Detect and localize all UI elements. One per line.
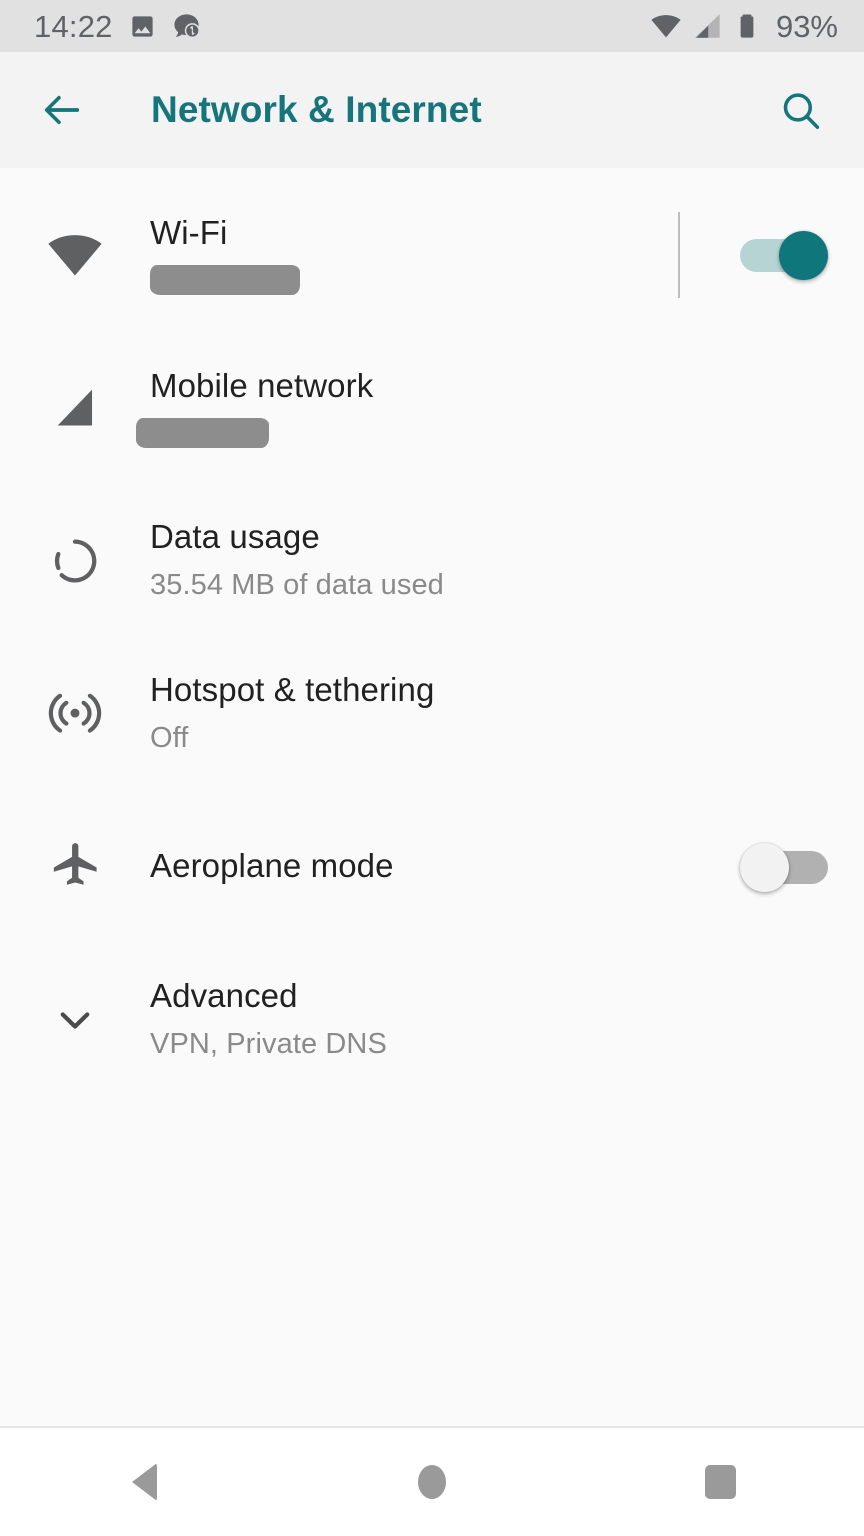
mobile-network-icon-wrap: [0, 380, 150, 436]
nav-back-button[interactable]: [0, 1428, 288, 1536]
page-title: Network & Internet: [151, 89, 482, 130]
nav-home-button[interactable]: [288, 1428, 576, 1536]
nav-recents-button[interactable]: [576, 1428, 864, 1536]
wifi-icon: [48, 234, 102, 276]
settings-row-aeroplane-mode-text: Aeroplane mode: [150, 847, 740, 886]
status-bar-left-group: 14:22: [34, 11, 201, 42]
navigation-bar: [0, 1428, 864, 1536]
arrow-left-icon: [44, 95, 80, 125]
settings-row-hotspot-tethering-text: Hotspot & tethering Off: [150, 671, 828, 756]
search-button[interactable]: [772, 82, 828, 138]
settings-row-data-usage-subtitle: 35.54 MB of data used: [150, 569, 444, 602]
redacted-carrier-name: [136, 417, 269, 448]
cellular-signal-icon: [57, 389, 93, 425]
aeroplane-mode-toggle[interactable]: [740, 842, 828, 892]
wifi-toggle[interactable]: [740, 230, 828, 280]
wifi-signal-icon: [651, 15, 681, 38]
settings-row-aeroplane-mode-accessory: [740, 842, 828, 892]
settings-row-hotspot-tethering-subtitle: Off: [150, 722, 189, 755]
settings-row-data-usage[interactable]: Data usage 35.54 MB of data used: [0, 484, 864, 637]
settings-row-wifi-title: Wi-Fi: [150, 214, 228, 252]
settings-row-wifi[interactable]: Wi-Fi: [0, 178, 864, 331]
data-usage-icon-wrap: [0, 534, 150, 588]
airplane-icon: [53, 842, 97, 885]
wifi-toggle-divider: [678, 211, 680, 298]
wifi-icon-wrap: [0, 226, 150, 284]
settings-row-data-usage-text: Data usage 35.54 MB of data used: [150, 518, 828, 603]
redacted-wifi-network-name: [150, 264, 300, 295]
settings-row-hotspot-tethering-title: Hotspot & tethering: [150, 671, 435, 709]
settings-row-mobile-network[interactable]: Mobile network: [0, 331, 864, 484]
settings-row-mobile-network-text: Mobile network: [136, 367, 828, 448]
wifi-toggle-thumb: [779, 230, 828, 280]
settings-row-aeroplane-mode-title: Aeroplane mode: [150, 847, 394, 885]
chevron-down-icon: [60, 1011, 90, 1029]
battery-percentage: 93%: [775, 8, 838, 44]
settings-row-advanced-title: Advanced: [150, 977, 298, 1015]
back-button[interactable]: [34, 82, 90, 138]
settings-list: Wi-Fi Mobile network Data usage 35.54 MB…: [0, 168, 864, 1426]
android-settings-screen: 14:22 93% Network & Internet Wi-Fi Mobil…: [0, 0, 864, 1536]
nav-home-circle-icon: [418, 1465, 446, 1499]
data-usage-icon: [54, 539, 97, 582]
app-bar: Network & Internet: [0, 52, 864, 168]
status-bar-right-group: 93%: [650, 10, 838, 42]
settings-row-data-usage-title: Data usage: [150, 518, 320, 556]
search-icon: [783, 92, 819, 129]
battery-icon: [740, 14, 754, 38]
cellular-signal-icon: [694, 14, 720, 38]
hotspot-icon-wrap: [0, 686, 150, 742]
nav-back-triangle-icon: [131, 1463, 157, 1501]
aeroplane-mode-toggle-thumb: [740, 842, 789, 892]
status-bar: 14:22 93%: [0, 0, 864, 52]
image-icon: [131, 15, 153, 37]
status-bar-clock: 14:22: [34, 8, 113, 44]
settings-row-hotspot-tethering[interactable]: Hotspot & tethering Off: [0, 637, 864, 790]
airplane-icon-wrap: [0, 840, 150, 894]
settings-row-advanced-text: Advanced VPN, Private DNS: [150, 977, 828, 1062]
settings-row-wifi-text: Wi-Fi: [150, 214, 678, 295]
settings-row-wifi-accessory: [678, 211, 828, 298]
settings-row-aeroplane-mode[interactable]: Aeroplane mode: [0, 790, 864, 943]
settings-row-advanced-subtitle: VPN, Private DNS: [150, 1028, 387, 1061]
settings-row-mobile-network-title: Mobile network: [150, 367, 374, 405]
hotspot-icon: [48, 693, 102, 733]
message-sync-icon: [173, 13, 200, 38]
advanced-icon-wrap: [0, 997, 150, 1043]
settings-row-advanced[interactable]: Advanced VPN, Private DNS: [0, 943, 864, 1096]
nav-recents-square-icon: [704, 1465, 736, 1499]
